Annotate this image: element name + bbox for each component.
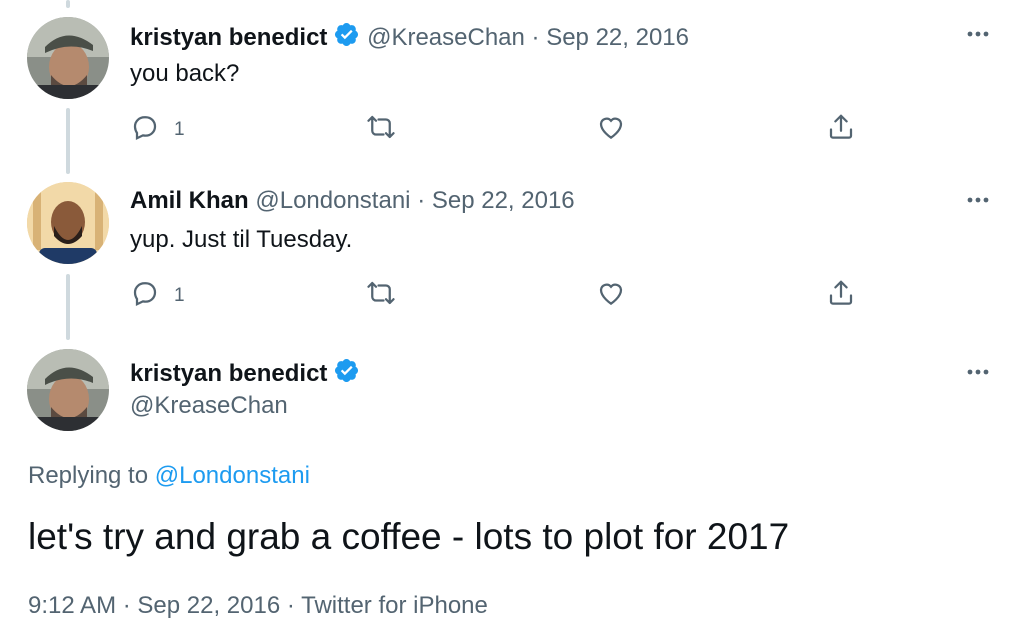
author-handle[interactable]: @Londonstani: [255, 187, 410, 214]
tweet-actions: 1: [130, 278, 870, 310]
tweet-meta: 9:12 AM · Sep 22, 2016 · Twitter for iPh…: [28, 592, 488, 620]
thread-line: [66, 0, 70, 8]
like-button[interactable]: [596, 112, 626, 147]
author-handle[interactable]: @KreaseChan: [367, 24, 525, 51]
more-icon[interactable]: [962, 360, 994, 384]
tweet-date[interactable]: Sep 22, 2016: [546, 24, 689, 51]
retweet-icon: [366, 112, 396, 147]
author-name[interactable]: Amil Khan: [130, 187, 249, 214]
tweet-actions: 1: [130, 112, 870, 144]
separator: ·: [122, 592, 131, 619]
separator: ·: [417, 187, 426, 214]
more-icon[interactable]: [962, 188, 994, 212]
author-name-row: kristyan benedict: [130, 357, 360, 391]
retweet-button[interactable]: [366, 278, 396, 313]
tweet-date[interactable]: Sep 22, 2016: [137, 592, 280, 619]
verified-badge-icon: [333, 357, 360, 391]
reply-count: 1: [174, 118, 185, 140]
more-icon[interactable]: [962, 22, 994, 46]
share-icon: [826, 278, 856, 313]
tweet-text: you back?: [130, 60, 240, 87]
tweet-date[interactable]: Sep 22, 2016: [432, 187, 575, 214]
author-name[interactable]: kristyan benedict: [130, 24, 327, 51]
replying-to: Replying to @Londonstani: [28, 462, 310, 490]
avatar[interactable]: [27, 349, 109, 431]
replying-prefix: Replying to: [28, 462, 149, 489]
tweet-time[interactable]: 9:12 AM: [28, 592, 116, 619]
share-button[interactable]: [826, 112, 856, 147]
tweet-header: Amil Khan @Londonstani · Sep 22, 2016: [130, 187, 575, 215]
separator: ·: [531, 24, 540, 51]
reply-button[interactable]: 1: [130, 112, 185, 147]
avatar[interactable]: [27, 17, 109, 99]
tweet-source[interactable]: Twitter for iPhone: [301, 592, 488, 619]
thread-line: [66, 108, 70, 174]
reply-count: 1: [174, 284, 185, 306]
share-button[interactable]: [826, 278, 856, 313]
tweet-header: kristyan benedict @KreaseChan · Sep 22, …: [130, 21, 689, 55]
reply-icon: [130, 278, 160, 313]
reply-icon: [130, 112, 160, 147]
tweet-text: let's try and grab a coffee - lots to pl…: [28, 516, 790, 557]
verified-badge-icon: [333, 21, 360, 55]
like-icon: [596, 278, 626, 313]
retweet-icon: [366, 278, 396, 313]
share-icon: [826, 112, 856, 147]
separator: ·: [286, 592, 295, 619]
replying-to-link[interactable]: @Londonstani: [155, 462, 310, 489]
like-icon: [596, 112, 626, 147]
author-handle[interactable]: @KreaseChan: [130, 392, 288, 420]
avatar[interactable]: [27, 182, 109, 264]
author-name[interactable]: kristyan benedict: [130, 360, 327, 387]
like-button[interactable]: [596, 278, 626, 313]
retweet-button[interactable]: [366, 112, 396, 147]
reply-button[interactable]: 1: [130, 278, 185, 313]
thread-line: [66, 274, 70, 340]
tweet-text: yup. Just til Tuesday.: [130, 226, 353, 253]
